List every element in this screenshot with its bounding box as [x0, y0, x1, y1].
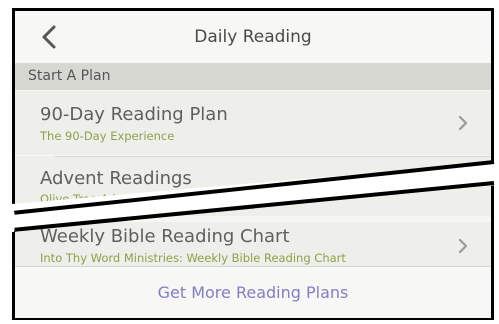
section-label: Start A Plan: [28, 68, 111, 84]
plan-row-weekly[interactable]: Weekly Bible Reading Chart Into Thy Word…: [15, 222, 491, 266]
plan-row-90-day[interactable]: 90-Day Reading Plan The 90-Day Experienc…: [15, 91, 491, 155]
section-header: Start A Plan: [15, 63, 491, 90]
chevron-right-icon: [458, 174, 468, 190]
screen: Daily Reading Start A Plan 90-Day Readin…: [0, 0, 499, 324]
chevron-right-icon: [458, 238, 468, 254]
plan-title: 90-Day Reading Plan: [40, 104, 228, 125]
chevron-right-icon: [458, 115, 468, 131]
plan-title: Weekly Bible Reading Chart: [40, 226, 290, 247]
page-title: Daily Reading: [194, 27, 312, 47]
plan-subtitle: Into Thy Word Ministries: Weekly Bible R…: [40, 251, 346, 265]
get-more-plans-link[interactable]: Get More Reading Plans: [15, 267, 491, 318]
footer-bar: Get More Reading Plans: [15, 266, 491, 318]
row-divider: [55, 156, 491, 157]
plan-subtitle: Olive Tree Advent Re: [40, 192, 160, 206]
plan-title: Advent Readings: [40, 168, 192, 189]
plan-subtitle: The 90-Day Experience: [40, 129, 175, 143]
plan-row-advent[interactable]: Advent Readings Olive Tree Advent Re: [15, 156, 491, 216]
nav-header: Daily Reading: [15, 11, 491, 64]
